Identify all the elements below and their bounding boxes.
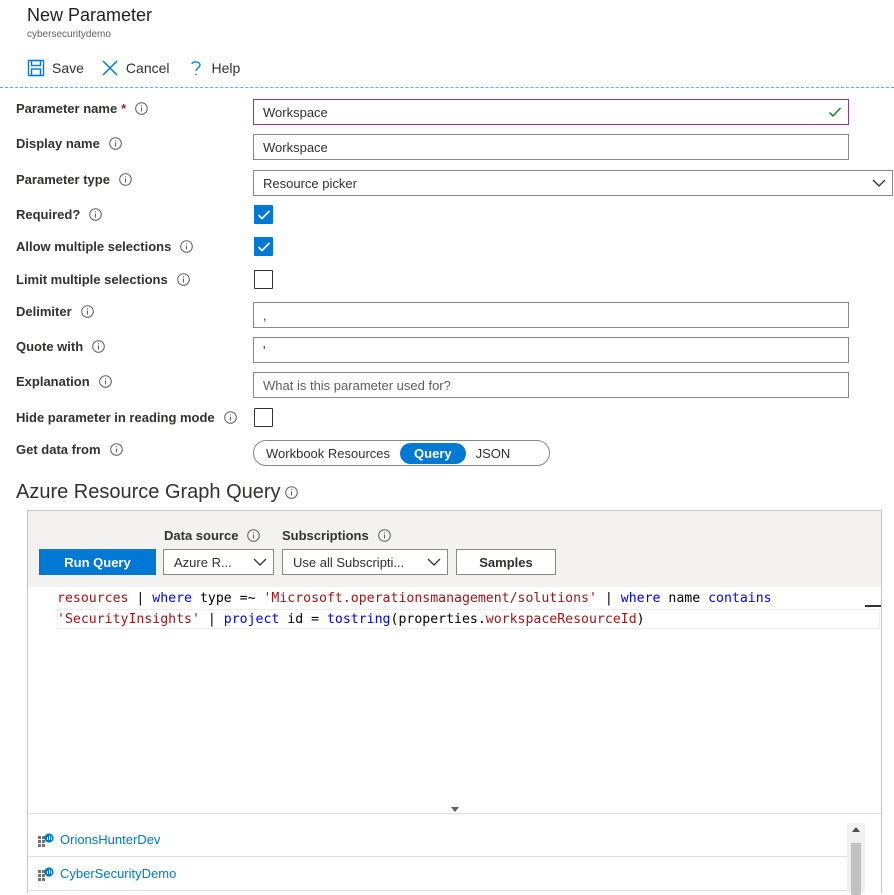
list-item[interactable]: OrionsHunterDev — [28, 823, 848, 857]
option-json[interactable]: JSON — [468, 443, 519, 464]
save-icon — [26, 58, 46, 78]
code-token: contains — [708, 591, 772, 606]
parameter-name-input[interactable]: Workspace — [253, 99, 849, 125]
log-analytics-icon — [38, 866, 54, 881]
caret-down-icon — [450, 807, 459, 812]
code-token: | — [596, 591, 621, 606]
scrollbar-thumb[interactable] — [851, 843, 861, 895]
log-analytics-icon — [38, 832, 54, 847]
chevron-down-icon — [872, 176, 886, 191]
editor-scroll-indicator — [865, 605, 881, 607]
info-icon[interactable] — [247, 529, 261, 542]
get-data-from-toggle: Workbook Resources Query JSON — [253, 440, 550, 466]
code-token: type =~ — [192, 591, 264, 606]
display-name-input[interactable]: Workspace — [253, 134, 849, 160]
hide-in-reading-label: Hide parameter in reading mode — [16, 410, 237, 425]
code-token: resources — [57, 591, 129, 606]
delimiter-input[interactable]: , — [253, 302, 849, 328]
quote-with-input[interactable]: ' — [253, 337, 849, 363]
info-icon[interactable] — [109, 137, 122, 150]
query-section-title: Azure Resource Graph Query — [16, 481, 298, 504]
help-button[interactable]: Help — [186, 58, 241, 78]
parameter-type-select[interactable]: Resource picker — [253, 170, 893, 196]
chevron-down-icon — [427, 555, 441, 570]
info-icon[interactable] — [284, 486, 298, 499]
display-name-label: Display name — [16, 136, 122, 151]
explanation-input[interactable]: What is this parameter used for? — [253, 372, 849, 398]
quote-with-label: Quote with — [16, 339, 105, 354]
query-code-editor[interactable]: resources | where type =~ 'Microsoft.ope… — [28, 587, 881, 805]
info-icon[interactable] — [109, 443, 123, 456]
info-icon[interactable] — [176, 273, 190, 286]
results-scrollbar[interactable] — [847, 823, 865, 895]
info-icon[interactable] — [377, 529, 391, 542]
code-token: where — [152, 591, 192, 606]
cancel-label: Cancel — [125, 60, 170, 76]
command-bar: Save Cancel Help — [26, 58, 256, 78]
question-icon — [186, 58, 206, 78]
required-asterisk: * — [121, 101, 127, 116]
current-line-highlight — [57, 609, 880, 629]
page-title: New Parameter — [27, 5, 153, 25]
subscriptions-dropdown[interactable]: Use all Subscripti... — [282, 549, 448, 575]
results-list: OrionsHunterDev CyberSecurityDemo — [28, 823, 881, 891]
allow-multiple-checkbox[interactable] — [254, 237, 273, 256]
info-icon[interactable] — [89, 208, 103, 221]
subscriptions-label: Subscriptions — [282, 528, 391, 543]
limit-multiple-checkbox[interactable] — [254, 270, 273, 289]
close-icon — [100, 58, 120, 78]
option-workbook-resources[interactable]: Workbook Resources — [258, 443, 398, 464]
required-label: Required? — [16, 207, 103, 222]
get-data-from-label: Get data from — [16, 442, 123, 457]
blade-header: New Parameter cybersecuritydemo Save Can… — [0, 0, 894, 88]
scroll-up-icon[interactable] — [852, 826, 860, 832]
help-label: Help — [211, 60, 241, 76]
list-item[interactable]: CyberSecurityDemo — [28, 857, 848, 891]
valid-check-icon — [828, 105, 842, 122]
code-token: where — [620, 591, 661, 606]
data-source-dropdown[interactable]: Azure R... — [163, 549, 274, 575]
info-icon[interactable] — [98, 375, 112, 388]
required-checkbox[interactable] — [254, 205, 273, 224]
info-icon[interactable] — [223, 411, 237, 424]
code-token: | — [128, 591, 153, 606]
allow-multiple-label: Allow multiple selections — [16, 239, 194, 254]
query-toolbar: Run Query Data source Azure R... Subscri… — [28, 511, 881, 587]
checkmark-icon — [257, 210, 271, 220]
option-query[interactable]: Query — [400, 442, 466, 464]
page-subtitle: cybersecuritydemo — [27, 29, 111, 40]
info-icon[interactable] — [135, 102, 149, 115]
panel-splitter[interactable] — [28, 805, 881, 814]
cancel-button[interactable]: Cancel — [100, 58, 170, 78]
data-source-label: Data source — [164, 528, 261, 543]
chevron-down-icon — [253, 555, 267, 570]
save-button[interactable]: Save — [26, 58, 84, 78]
code-token: name — [660, 591, 709, 606]
parameter-type-label: Parameter type — [16, 172, 132, 187]
info-icon[interactable] — [119, 173, 132, 186]
limit-multiple-label: Limit multiple selections — [16, 272, 190, 287]
explanation-label: Explanation — [16, 374, 112, 389]
checkmark-icon — [257, 242, 271, 252]
info-icon[interactable] — [180, 240, 194, 253]
header-divider — [0, 87, 894, 88]
hide-in-reading-checkbox[interactable] — [254, 408, 273, 427]
query-editor-panel: Run Query Data source Azure R... Subscri… — [27, 510, 882, 893]
samples-button[interactable]: Samples — [456, 549, 556, 575]
code-token: 'Microsoft.operationsmanagement/solution… — [263, 591, 597, 606]
run-query-button[interactable]: Run Query — [39, 549, 156, 575]
info-icon[interactable] — [80, 305, 94, 318]
delimiter-label: Delimiter — [16, 304, 94, 319]
save-label: Save — [52, 60, 84, 76]
parameter-name-label: Parameter name * — [16, 101, 149, 116]
info-icon[interactable] — [92, 340, 105, 353]
